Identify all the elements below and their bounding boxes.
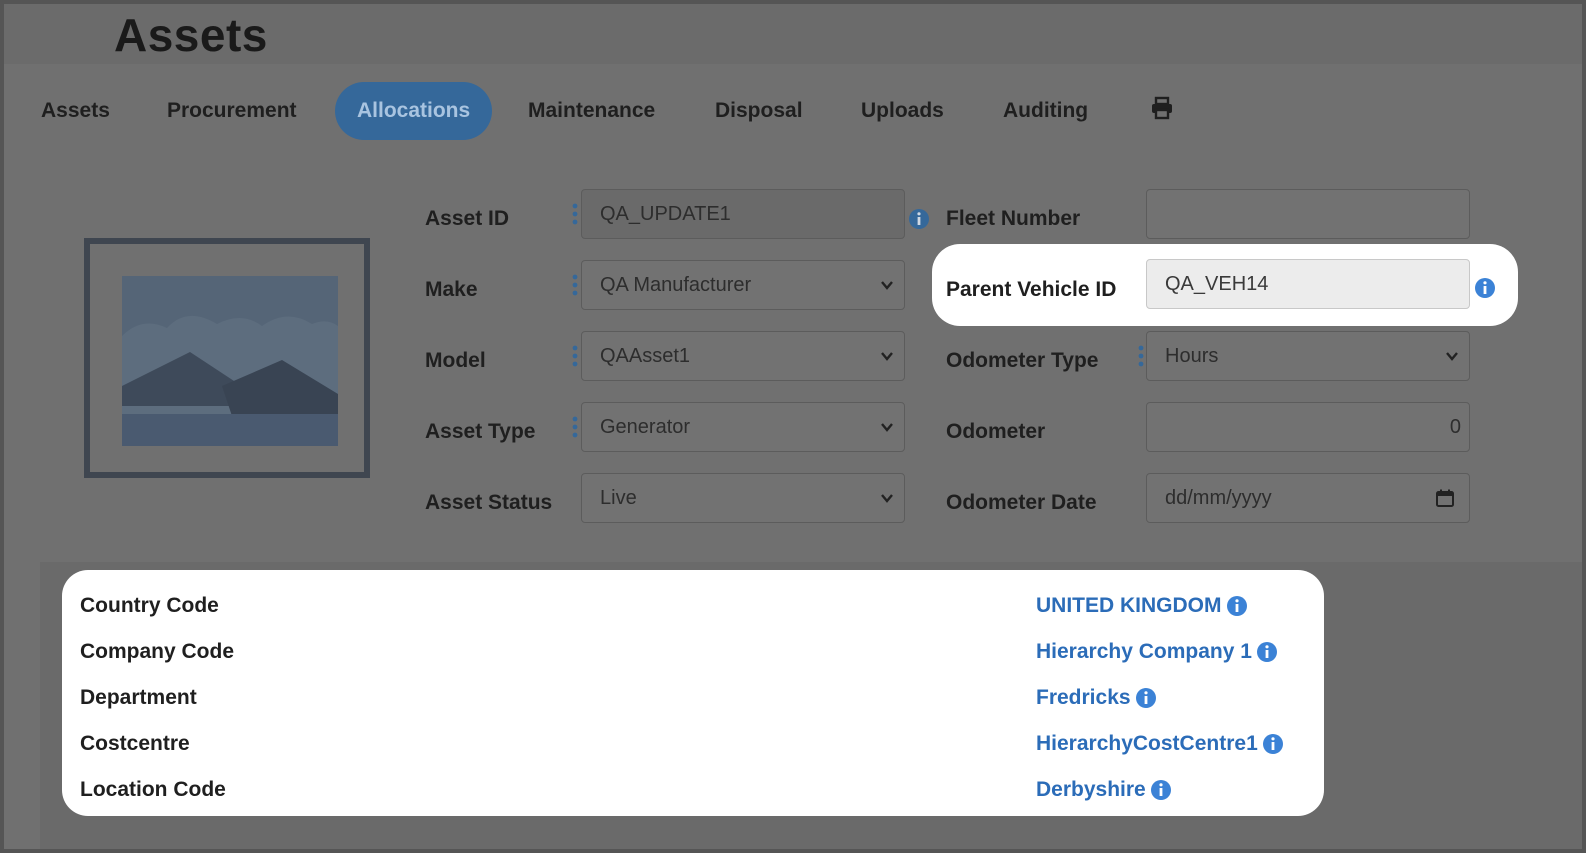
hierarchy-card: Country Code UNITED KINGDOM Company Code… (62, 570, 1324, 816)
make-select[interactable]: QA Manufacturer (581, 260, 905, 310)
tab-uploads[interactable]: Uploads (861, 82, 944, 140)
info-icon[interactable] (1256, 641, 1278, 663)
asset-id-field[interactable]: QA_UPDATE1 (581, 189, 905, 239)
asset-image-placeholder[interactable] (84, 238, 370, 478)
kebab-menu-icon[interactable] (572, 416, 578, 438)
asset-id-label: Asset ID (425, 207, 510, 230)
image-placeholder-icon (122, 276, 338, 446)
chevron-down-icon (881, 281, 893, 290)
department-label: Department (80, 686, 197, 709)
parent-vehicle-id-label: Parent Vehicle ID (946, 278, 1117, 301)
kebab-menu-icon[interactable] (572, 203, 578, 225)
info-icon[interactable] (908, 208, 930, 230)
odometer-type-label: Odometer Type (946, 349, 1099, 372)
info-icon[interactable] (1262, 733, 1284, 755)
fleet-number-field[interactable] (1146, 189, 1470, 239)
parent-vehicle-id-field[interactable]: QA_VEH14 (1146, 259, 1470, 309)
tab-maintenance[interactable]: Maintenance (528, 82, 655, 140)
odometer-date-label: Odometer Date (946, 491, 1097, 514)
info-icon[interactable] (1135, 687, 1157, 709)
tab-procurement[interactable]: Procurement (167, 82, 297, 140)
kebab-menu-icon[interactable] (572, 274, 578, 296)
asset-type-select[interactable]: Generator (581, 402, 905, 452)
print-icon[interactable] (1150, 96, 1174, 120)
info-icon[interactable] (1474, 277, 1496, 299)
model-select[interactable]: QAAsset1 (581, 331, 905, 381)
info-icon[interactable] (1226, 595, 1248, 617)
odometer-label: Odometer (946, 420, 1046, 443)
costcentre-value[interactable]: HierarchyCostCentre1 (1036, 732, 1284, 756)
country-code-value[interactable]: UNITED KINGDOM (1036, 594, 1248, 618)
costcentre-label: Costcentre (80, 732, 190, 755)
odometer-type-select[interactable]: Hours (1146, 331, 1470, 381)
page-title: Assets (114, 9, 268, 61)
page-header: Assets (0, 0, 1586, 64)
company-code-label: Company Code (80, 640, 235, 663)
chevron-down-icon (881, 352, 893, 361)
odometer-field[interactable]: 0 (1146, 402, 1470, 452)
tab-bar: Assets Procurement Allocations Maintenan… (0, 82, 1586, 142)
location-code-value[interactable]: Derbyshire (1036, 778, 1172, 802)
calendar-icon[interactable] (1435, 488, 1455, 508)
asset-status-label: Asset Status (425, 491, 553, 514)
kebab-menu-icon[interactable] (1138, 345, 1144, 367)
department-value[interactable]: Fredricks (1036, 686, 1157, 710)
make-label: Make (425, 278, 478, 301)
tab-assets[interactable]: Assets (41, 82, 110, 140)
tab-auditing[interactable]: Auditing (1003, 82, 1088, 140)
country-code-label: Country Code (80, 594, 219, 617)
fleet-number-label: Fleet Number (946, 207, 1081, 230)
asset-status-select[interactable]: Live (581, 473, 905, 523)
tab-allocations[interactable]: Allocations (335, 82, 493, 140)
chevron-down-icon (881, 494, 893, 503)
model-label: Model (425, 349, 486, 372)
asset-type-label: Asset Type (425, 420, 536, 443)
company-code-value[interactable]: Hierarchy Company 1 (1036, 640, 1278, 664)
info-icon[interactable] (1150, 779, 1172, 801)
kebab-menu-icon[interactable] (572, 345, 578, 367)
chevron-down-icon (1446, 352, 1458, 361)
parent-vehicle-highlight: Parent Vehicle ID QA_VEH14 (932, 244, 1518, 326)
tab-disposal[interactable]: Disposal (715, 82, 803, 140)
location-code-label: Location Code (80, 778, 226, 801)
chevron-down-icon (881, 423, 893, 432)
odometer-date-field[interactable]: dd/mm/yyyy (1146, 473, 1470, 523)
